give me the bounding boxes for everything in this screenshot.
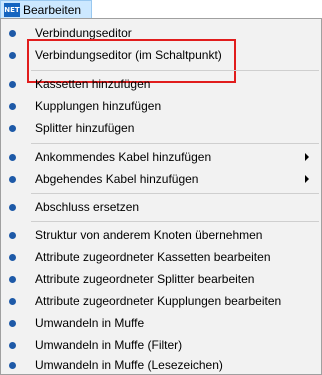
menu-item-label: Attribute zugeordneter Kassetten bearbei… [35, 250, 271, 264]
bullet-icon [9, 102, 16, 110]
menu-item-splitter-hinzufuegen[interactable]: Splitter hinzufügen [1, 117, 321, 139]
menu-item-struktur-uebernehmen[interactable]: Struktur von anderem Knoten übernehmen [1, 224, 321, 246]
bullet-icon [9, 297, 16, 305]
app-icon: NET [4, 3, 20, 17]
bullet-icon [9, 153, 16, 161]
menu-item-label: Abschluss ersetzen [35, 200, 140, 214]
bullet-icon [9, 319, 16, 327]
menu-item-ankommendes-kabel[interactable]: Ankommendes Kabel hinzufügen [1, 146, 321, 168]
bullet-icon [9, 51, 16, 59]
bullet-icon [9, 253, 16, 261]
bearbeiten-dropdown-menu: Verbindungseditor Verbindungseditor (im … [0, 18, 322, 375]
menu-item-umwandeln-muffe[interactable]: Umwandeln in Muffe [1, 312, 321, 334]
submenu-arrow-icon [305, 153, 309, 161]
menu-item-label: Kassetten hinzufügen [35, 77, 151, 91]
bullet-icon [9, 341, 16, 349]
menu-item-label: Ankommendes Kabel hinzufügen [35, 150, 212, 164]
bullet-icon [9, 203, 16, 211]
menu-item-label: Attribute zugeordneter Kupplungen bearbe… [35, 294, 282, 308]
menu-item-umwandeln-muffe-filter[interactable]: Umwandeln in Muffe (Filter) [1, 334, 321, 356]
menu-item-label: Verbindungseditor [35, 26, 132, 40]
menu-item-label: Umwandeln in Muffe (Filter) [35, 338, 183, 352]
menu-item-label: Splitter hinzufügen [35, 121, 135, 135]
bullet-icon [9, 80, 16, 88]
bullet-icon [9, 175, 16, 183]
menu-item-abgehendes-kabel[interactable]: Abgehendes Kabel hinzufügen [1, 168, 321, 190]
menu-item-attribute-kassetten[interactable]: Attribute zugeordneter Kassetten bearbei… [1, 246, 321, 268]
menu-separator [31, 221, 319, 222]
menu-separator [31, 193, 319, 194]
menu-item-attribute-splitter[interactable]: Attribute zugeordneter Splitter bearbeit… [1, 268, 321, 290]
menu-item-umwandeln-muffe-lesezeichen[interactable]: Umwandeln in Muffe (Lesezeichen) [1, 354, 321, 375]
menu-item-label: Umwandeln in Muffe [35, 316, 145, 330]
menu-item-label: Attribute zugeordneter Splitter bearbeit… [35, 272, 255, 286]
bullet-icon [9, 29, 16, 37]
menu-item-label: Abgehendes Kabel hinzufügen [35, 172, 199, 186]
menu-title-label: Bearbeiten [23, 3, 82, 17]
menu-item-attribute-kupplungen[interactable]: Attribute zugeordneter Kupplungen bearbe… [1, 290, 321, 312]
menu-bearbeiten[interactable]: NET Bearbeiten [0, 0, 92, 19]
menu-item-label: Kupplungen hinzufügen [35, 99, 162, 113]
menu-item-kassetten-hinzufuegen[interactable]: Kassetten hinzufügen [1, 73, 321, 95]
menu-separator [31, 70, 319, 71]
bullet-icon [9, 124, 16, 132]
menu-bar: NET Bearbeiten [0, 0, 322, 19]
bullet-icon [9, 361, 16, 369]
menu-item-label: Umwandeln in Muffe (Lesezeichen) [35, 358, 223, 372]
menu-item-label: Struktur von anderem Knoten übernehmen [35, 228, 263, 242]
bullet-icon [9, 231, 16, 239]
bullet-icon [9, 275, 16, 283]
menu-item-kupplungen-hinzufuegen[interactable]: Kupplungen hinzufügen [1, 95, 321, 117]
menu-separator [31, 143, 319, 144]
submenu-arrow-icon [305, 175, 309, 183]
menu-item-abschluss-ersetzen[interactable]: Abschluss ersetzen [1, 196, 321, 218]
